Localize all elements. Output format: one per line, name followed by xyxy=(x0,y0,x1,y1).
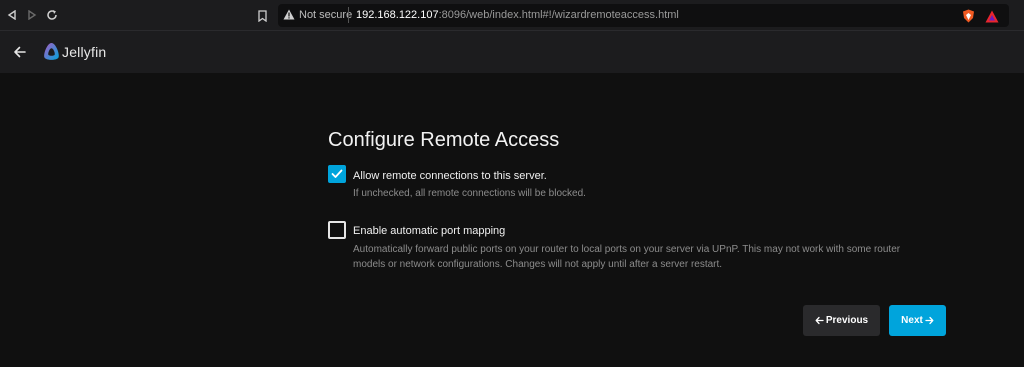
previous-button-label: Previous xyxy=(825,315,869,326)
next-button[interactable]: Next xyxy=(889,305,946,336)
app-name: Jellyfin xyxy=(62,44,107,60)
address-divider xyxy=(348,7,349,23)
app-header: Jellyfin xyxy=(0,31,1024,73)
check-icon xyxy=(331,169,343,178)
brave-shield-icon[interactable] xyxy=(962,8,975,27)
main-content: Configure Remote Access Allow remote con… xyxy=(0,73,1024,367)
arrow-left-icon xyxy=(815,316,824,325)
forward-icon[interactable] xyxy=(23,6,41,24)
page-title: Configure Remote Access xyxy=(328,129,560,151)
jellyfin-logo-icon xyxy=(42,42,61,65)
bookmark-icon[interactable] xyxy=(258,7,267,26)
brave-rewards-icon[interactable] xyxy=(985,8,999,27)
arrow-right-icon xyxy=(925,316,934,325)
enable-port-mapping-checkbox[interactable] xyxy=(328,221,346,239)
previous-button[interactable]: Previous xyxy=(803,305,880,336)
enable-port-mapping-label[interactable]: Enable automatic port mapping xyxy=(353,225,505,237)
allow-remote-connections-checkbox[interactable] xyxy=(328,165,346,183)
allow-remote-connections-label[interactable]: Allow remote connections to this server. xyxy=(353,170,547,182)
enable-port-mapping-description-line1: Automatically forward public ports on yo… xyxy=(353,244,901,255)
back-arrow-icon[interactable] xyxy=(10,42,30,62)
back-icon[interactable] xyxy=(3,6,21,24)
browser-toolbar: Not secure 192.168.122.107:8096/web/inde… xyxy=(0,0,1024,31)
url-path: :8096/web/index.html#!/wizardremoteacces… xyxy=(438,9,679,21)
security-label: Not secure xyxy=(299,9,353,21)
next-button-label: Next xyxy=(901,315,923,326)
enable-port-mapping-description-line2: models or network configurations. Change… xyxy=(353,259,723,270)
address-bar[interactable]: Not secure 192.168.122.107:8096/web/inde… xyxy=(278,4,1009,27)
reload-icon[interactable] xyxy=(43,6,61,24)
warning-icon xyxy=(283,9,295,23)
url-text: 192.168.122.107:8096/web/index.html#!/wi… xyxy=(356,9,679,21)
allow-remote-connections-description: If unchecked, all remote connections wil… xyxy=(353,188,586,199)
url-host: 192.168.122.107 xyxy=(356,9,439,21)
